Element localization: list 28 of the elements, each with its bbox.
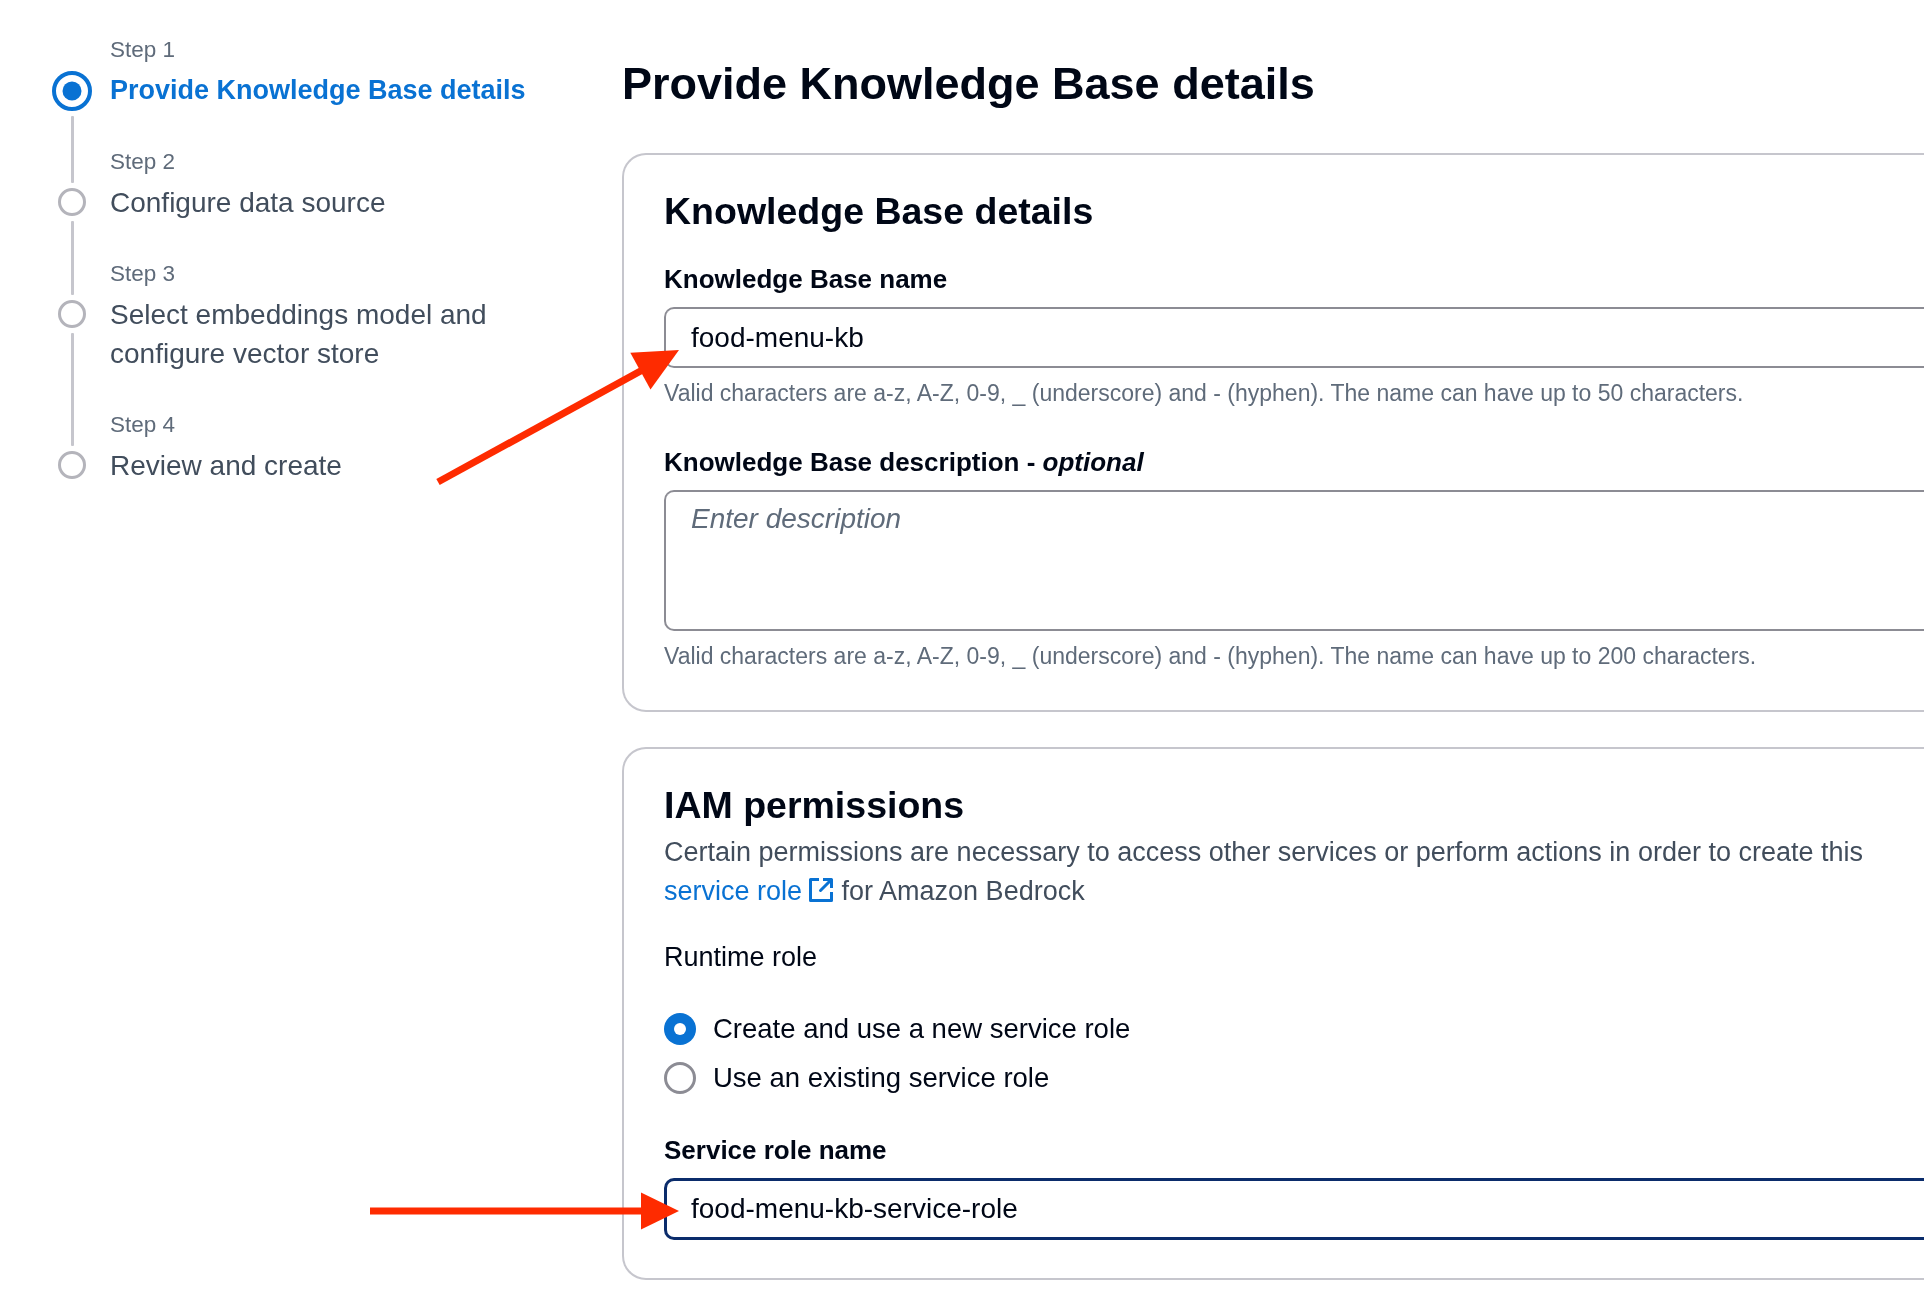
radio-label[interactable]: Create and use a new service role xyxy=(713,1013,1131,1045)
description-textarea[interactable]: Enter description xyxy=(664,489,1924,631)
page-title: Provide Knowledge Base details xyxy=(622,57,1316,110)
step-number: Step 3 xyxy=(110,261,177,287)
step-title: Provide Knowledge Base details xyxy=(110,73,527,107)
section-title: IAM permissions xyxy=(664,784,966,827)
step-title: Select embeddings model and configure vector store xyxy=(110,297,488,371)
text-input[interactable]: food-menu-kb-service-role xyxy=(664,1178,1924,1240)
step-number: Step 4 xyxy=(110,412,177,438)
field-label: Knowledge Base description - optional xyxy=(664,446,1145,477)
step-connector xyxy=(70,115,74,183)
step-number: Step 2 xyxy=(110,149,177,175)
radio-group-label: Runtime role xyxy=(664,942,819,972)
external-link-icon xyxy=(808,877,835,903)
radio-icon[interactable] xyxy=(664,1013,696,1045)
text-input[interactable]: food-menu-kb xyxy=(664,307,1924,368)
field-hint: Valid characters are a-z, A-Z, 0-9, _ (underscore) and - (hyphen). The name can have up to 50 characters. xyxy=(664,379,1745,408)
field-hint: Valid characters are a-z, A-Z, 0-9, _ (underscore) and - (hyphen). The name can have up to 200 characters. xyxy=(664,641,1758,671)
service-role-link[interactable]: service role xyxy=(664,876,835,906)
step-title: Review and create xyxy=(110,448,343,483)
field-label: Service role name xyxy=(664,1135,888,1165)
radio-icon[interactable] xyxy=(664,1062,696,1094)
section-title: Knowledge Base details xyxy=(664,190,1095,233)
step-number: Step 1 xyxy=(110,37,177,63)
step-title: Configure data source xyxy=(110,185,387,220)
radio-label[interactable]: Use an existing service role xyxy=(713,1062,1050,1094)
field-label: Knowledge Base name xyxy=(664,264,949,294)
section-description: Certain permissions are necessary to access other services or perform actions in order to create this service role for Amazon Bedrock xyxy=(664,836,1864,908)
